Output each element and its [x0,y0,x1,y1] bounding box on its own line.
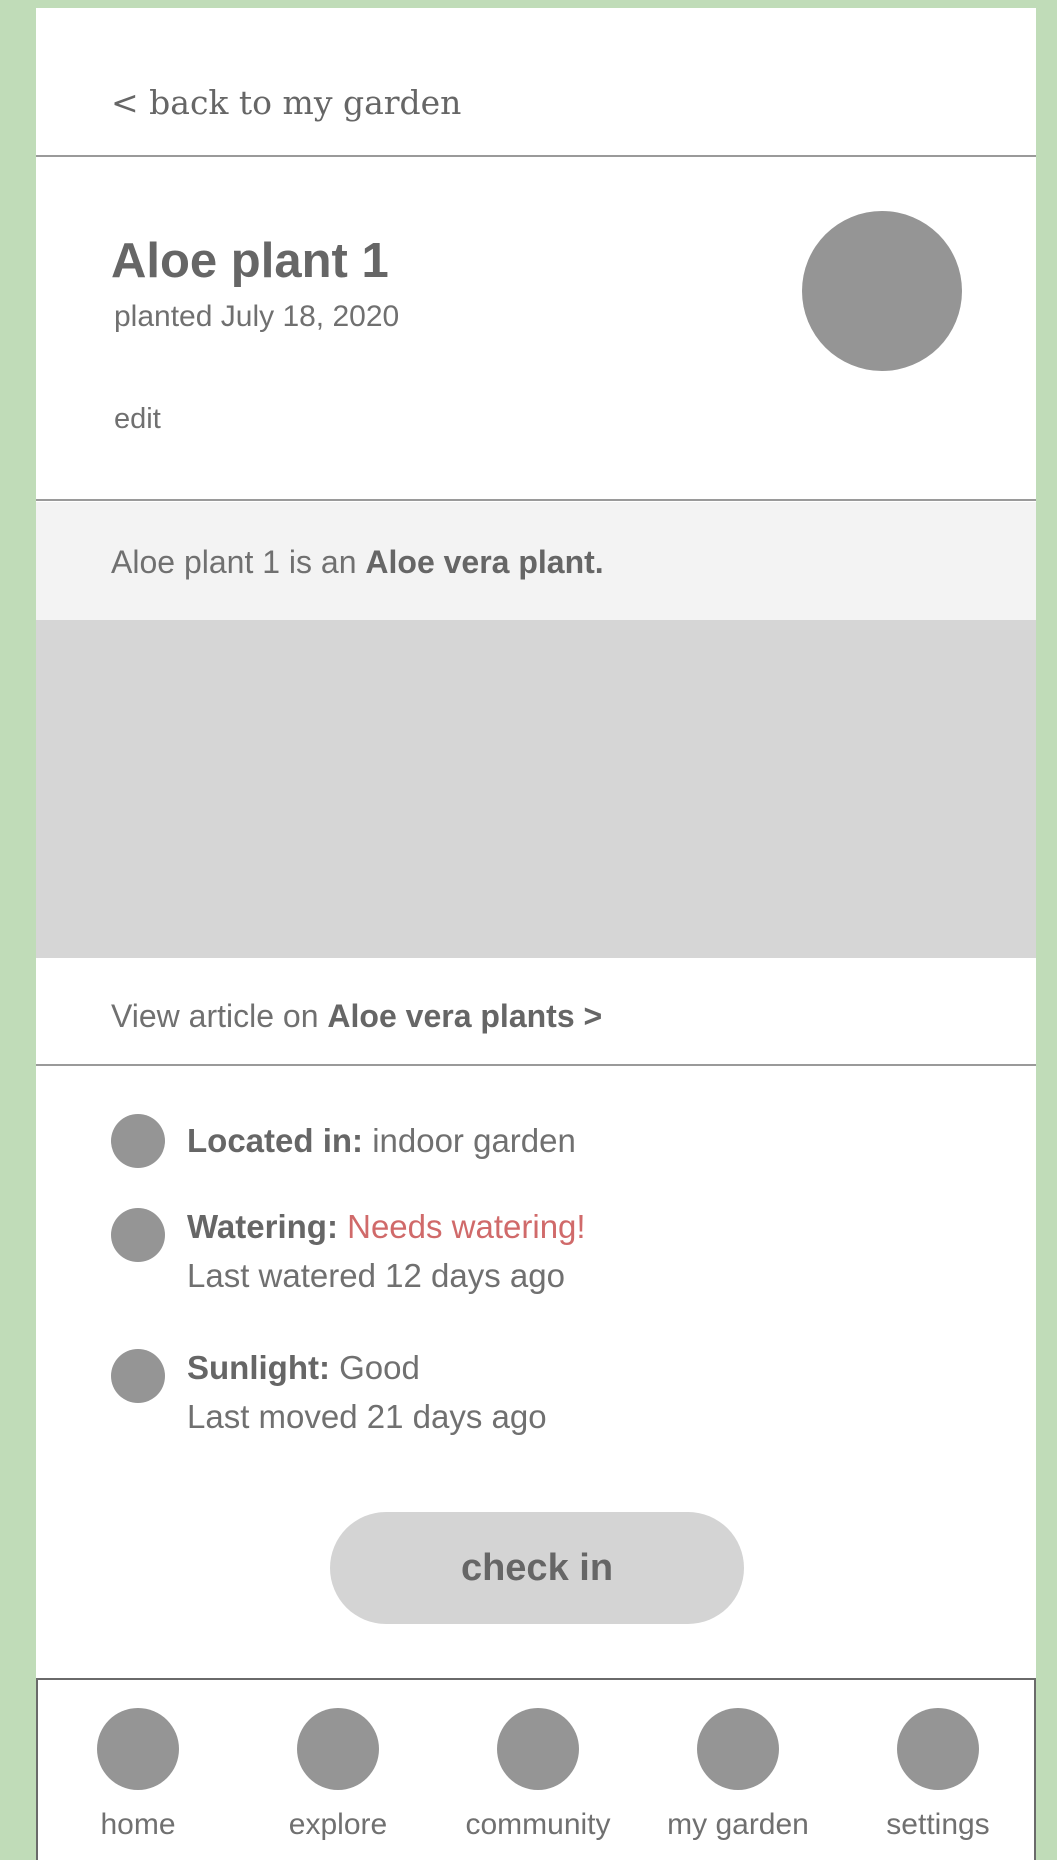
article-text: View article on Aloe vera plants > [111,998,602,1035]
sunlight-detail: Last moved 21 days ago [187,1398,547,1435]
watering-status: Watering: Needs watering! [187,1202,586,1251]
my-garden-icon [697,1708,779,1790]
nav-home[interactable]: home [38,1680,238,1860]
nav-explore[interactable]: explore [238,1680,438,1860]
location-icon [111,1114,165,1168]
nav-community-label: community [465,1808,611,1841]
watering-detail: Last watered 12 days ago [187,1257,565,1294]
community-icon [497,1708,579,1790]
species-prefix: Aloe plant 1 is an [111,544,357,580]
plant-name: Aloe plant 1 [111,234,389,288]
phone-screen: < back to my garden Aloe plant 1 planted… [36,8,1036,1860]
watering-label: Watering: [187,1208,338,1245]
sunlight-icon [111,1349,165,1403]
home-icon [97,1708,179,1790]
nav-explore-label: explore [288,1808,388,1841]
watering-text: Watering: Needs watering! Last watered 1… [187,1202,586,1300]
nav-home-label: home [100,1808,176,1841]
watering-alert: Needs watering! [347,1208,586,1245]
sunlight-status: Sunlight: Good [187,1343,547,1392]
location-label: Located in: [187,1122,364,1159]
plant-avatar [802,211,962,371]
sunlight-text: Sunlight: Good Last moved 21 days ago [187,1343,547,1441]
sunlight-value: Good [339,1349,420,1386]
location-value: indoor garden [372,1122,576,1159]
bottom-nav: home explore community my garden setting… [36,1678,1036,1860]
nav-my-garden[interactable]: my garden [638,1680,838,1860]
check-in-button[interactable]: check in [330,1512,744,1624]
species-text: Aloe plant 1 is an Aloe vera plant. [111,544,604,581]
article-link-text: Aloe vera plants > [327,998,603,1034]
sunlight-label: Sunlight: [187,1349,330,1386]
edit-link[interactable]: edit [114,403,161,436]
top-bar: < back to my garden [36,8,1036,157]
planted-date: planted July 18, 2020 [114,300,400,333]
plant-image-placeholder [36,620,1036,958]
location-text: Located in: indoor garden [187,1116,576,1165]
species-band: Aloe plant 1 is an Aloe vera plant. [36,502,1036,620]
plant-header: Aloe plant 1 planted July 18, 2020 edit [36,158,1036,501]
nav-community[interactable]: community [438,1680,638,1860]
explore-icon [297,1708,379,1790]
back-to-garden-link[interactable]: < back to my garden [111,83,461,122]
nav-my-garden-label: my garden [667,1808,809,1841]
view-article-link[interactable]: View article on Aloe vera plants > [36,958,1036,1066]
nav-settings[interactable]: settings [838,1680,1036,1860]
watering-icon [111,1208,165,1262]
nav-settings-label: settings [886,1808,990,1841]
settings-icon [897,1708,979,1790]
article-prefix: View article on [111,998,319,1034]
species-name: Aloe vera plant. [365,544,604,580]
